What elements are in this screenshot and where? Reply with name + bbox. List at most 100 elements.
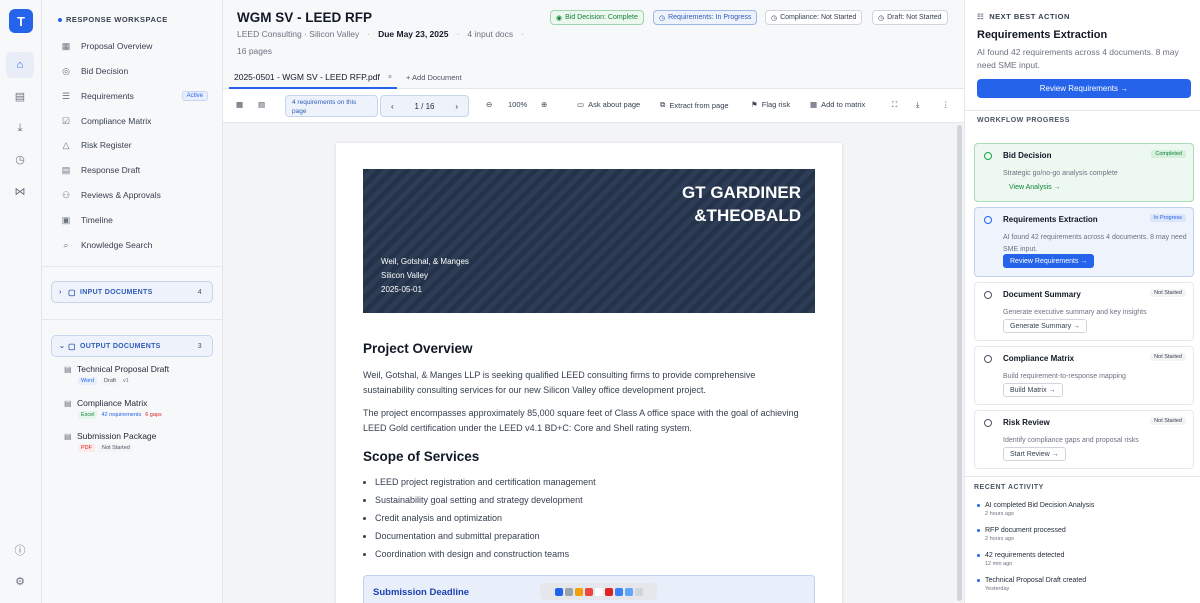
download-icon[interactable]: ⤓: [916, 100, 919, 110]
grid-view-icon[interactable]: ▦: [236, 100, 243, 109]
grid-icon: ▦: [61, 40, 71, 51]
start-review-button[interactable]: Start Review →: [1003, 447, 1066, 461]
settings-icon[interactable]: ⚙: [6, 568, 34, 594]
output-doc-item[interactable]: ▤ Submission Package PDF Not Started: [64, 431, 214, 452]
more-icon[interactable]: ⋮: [942, 100, 950, 109]
zoom-out-icon[interactable]: ⊖: [486, 100, 492, 109]
app-icon[interactable]: [574, 587, 583, 596]
sidebar-item-compliance-matrix[interactable]: ☑ Compliance Matrix: [52, 111, 214, 131]
gaps-count: 6 gaps: [145, 412, 162, 418]
sidebar-item-knowledge-search[interactable]: ⌕ Knowledge Search: [52, 235, 214, 255]
chevron-left-icon[interactable]: ‹: [391, 102, 394, 111]
output-documents-toggle[interactable]: ⌄ ▢ OUTPUT DOCUMENTS 3: [51, 335, 213, 357]
status-compliance[interactable]: ◷ Compliance: Not Started: [765, 10, 863, 25]
list-item: Coordination with design and constructio…: [363, 549, 569, 559]
sidebar-item-timeline[interactable]: ▣ Timeline: [52, 210, 214, 230]
app-icon[interactable]: [624, 587, 633, 596]
requirements-count: 42 requirements: [101, 412, 142, 418]
extract-from-page-button[interactable]: ⧉ Extract from page: [660, 100, 729, 110]
workflow-step-requirements[interactable]: Requirements Extraction In Progress AI f…: [974, 207, 1194, 277]
activity-item: 42 requirements detected 12 min ago: [977, 552, 1187, 567]
output-doc-item[interactable]: ▤ Compliance Matrix Excel 42 requirements 6…: [64, 398, 214, 419]
share-icon[interactable]: ⋈: [6, 178, 34, 204]
tab-document[interactable]: 2025-0501 - WGM SV - LEED RFP.pdf ×: [229, 67, 397, 89]
add-to-matrix-button[interactable]: ▦ Add to matrix: [810, 100, 865, 109]
sparkle-icon: ☷: [977, 12, 985, 21]
workflow-step-bid-decision[interactable]: Bid Decision Completed Strategic go/no-g…: [974, 143, 1194, 202]
section-heading: Project Overview: [363, 341, 473, 356]
add-document-button[interactable]: + Add Document: [406, 73, 462, 82]
app-icon[interactable]: [614, 587, 623, 596]
workflow-step-risk-review[interactable]: Risk Review Not Started Identify complia…: [974, 410, 1194, 469]
clock-icon[interactable]: ◷: [6, 146, 34, 172]
section-heading: Scope of Services: [363, 449, 480, 464]
sidebar-item-bid-decision[interactable]: ◎ Bid Decision: [52, 61, 214, 81]
home-icon[interactable]: ⌂: [6, 52, 34, 78]
page-navigator[interactable]: ‹ 1 / 16 ›: [380, 95, 469, 117]
app-logo[interactable]: T: [9, 9, 33, 33]
review-requirements-button[interactable]: Review Requirements →: [977, 79, 1191, 98]
activity-item: Technical Proposal Draft created Yesterda…: [977, 577, 1187, 592]
zoom-in-icon[interactable]: ⊕: [541, 100, 547, 109]
check-icon: ☑: [61, 115, 71, 126]
sidebar-item-response-draft[interactable]: ▤ Response Draft: [52, 160, 214, 180]
sidebar-item-proposal-overview[interactable]: ▦ Proposal Overview: [52, 36, 214, 56]
output-doc-item[interactable]: ▤ Technical Proposal Draft Word Draft v1: [64, 364, 214, 385]
version-label: v1: [122, 378, 129, 384]
view-analysis-button[interactable]: View Analysis →: [1003, 180, 1067, 194]
status-draft[interactable]: ◷ Draft: Not Started: [872, 10, 948, 25]
check-circle-icon: ◉: [556, 14, 563, 22]
finder-icon[interactable]: [554, 587, 563, 596]
next-action-title: Requirements Extraction: [977, 29, 1108, 41]
circle-icon: [984, 355, 992, 363]
generate-summary-button[interactable]: Generate Summary →: [1003, 319, 1088, 333]
ask-about-page-button[interactable]: ▭ Ask about page: [577, 100, 640, 109]
file-icon: ▢: [68, 287, 76, 297]
chevron-down-icon: ⌄: [59, 343, 66, 350]
section-label: ☷ NEXT BEST ACTION: [977, 12, 1070, 21]
pages-count: 16 pages: [237, 46, 272, 56]
flag-risk-button[interactable]: ⚑ Flag risk: [751, 100, 790, 109]
status-badge: Not Started: [99, 444, 133, 452]
users-icon: ⚇: [61, 189, 71, 200]
thumbnails-icon[interactable]: ▤: [258, 100, 265, 109]
app-icon[interactable]: [584, 587, 593, 596]
scrollbar[interactable]: [957, 125, 962, 601]
info-icon[interactable]: ⓘ: [6, 537, 34, 563]
client-name: Weil, Gotshal, & Manges: [381, 257, 469, 266]
workflow-step-document-summary[interactable]: Document Summary Not Started Generate ex…: [974, 282, 1194, 341]
page-title: WGM SV - LEED RFP: [237, 10, 372, 25]
document-tabs: 2025-0501 - WGM SV - LEED RFP.pdf × + Add…: [223, 67, 964, 89]
build-matrix-button[interactable]: Build Matrix →: [1003, 383, 1063, 397]
file-icon: ▤: [64, 431, 72, 441]
trash-icon[interactable]: [634, 587, 643, 596]
chevron-right-icon: ›: [59, 288, 62, 296]
app-icon[interactable]: [594, 587, 603, 596]
sidebar-item-reviews-approvals[interactable]: ⚇ Reviews & Approvals: [52, 185, 214, 205]
close-icon[interactable]: ×: [388, 74, 392, 81]
date: 2025-05-01: [381, 285, 422, 294]
extract-icon: ⧉: [660, 100, 666, 109]
main-panel: WGM SV - LEED RFP LEED Consulting · Sili…: [223, 0, 964, 603]
fullscreen-icon[interactable]: ⛶: [892, 100, 897, 110]
app-icon[interactable]: [604, 587, 613, 596]
document-icon: ▤: [61, 164, 71, 175]
requirements-on-page[interactable]: 4 requirements on this page: [285, 95, 378, 117]
list-icon: ☰: [61, 90, 71, 101]
chevron-right-icon[interactable]: ›: [455, 102, 458, 111]
review-requirements-button[interactable]: Review Requirements →: [1003, 254, 1095, 268]
status-bid-decision[interactable]: ◉ Bid Decision: Complete: [550, 10, 644, 25]
format-badge: Excel: [78, 411, 98, 419]
chat-icon: ▭: [577, 100, 585, 109]
status-requirements[interactable]: ◷ Requirements: In Progress: [653, 10, 758, 25]
input-documents-toggle[interactable]: › ▢ INPUT DOCUMENTS 4: [51, 281, 213, 303]
sidebar-item-risk-register[interactable]: △ Risk Register: [52, 135, 214, 155]
format-badge: Word: [78, 377, 98, 385]
document-icon[interactable]: ▤: [6, 83, 34, 109]
document-viewer[interactable]: GT GARDINER &THEOBALD Weil, Gotshal, & Ma…: [223, 123, 964, 603]
workflow-step-compliance-matrix[interactable]: Compliance Matrix Not Started Build requ…: [974, 346, 1194, 405]
paragraph: The project encompasses approximately 85…: [363, 408, 799, 433]
download-icon[interactable]: ⤓: [6, 115, 34, 141]
sidebar-item-requirements[interactable]: ☰ Requirements Active: [52, 86, 214, 106]
app-icon[interactable]: [564, 587, 573, 596]
